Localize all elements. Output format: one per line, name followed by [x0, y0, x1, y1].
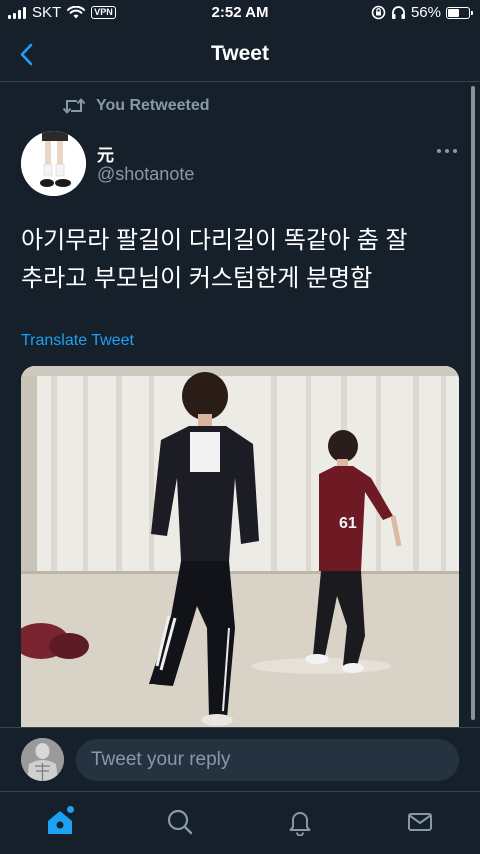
reply-input[interactable] — [76, 739, 459, 781]
battery-percent: 56% — [410, 4, 441, 21]
tab-notifications[interactable] — [282, 804, 318, 840]
more-options-icon[interactable] — [437, 146, 459, 156]
user-avatar[interactable] — [21, 738, 64, 781]
user-avatar-image — [21, 738, 64, 781]
retweet-label: You Retweeted — [96, 97, 210, 114]
tab-home[interactable] — [42, 804, 78, 840]
status-right: 56% — [371, 4, 473, 21]
avatar-image — [21, 131, 86, 196]
author-name[interactable]: 元 — [97, 141, 114, 166]
page-title: Tweet — [211, 42, 269, 65]
tweet-video[interactable]: 61 — [21, 366, 459, 728]
video-frame: 61 — [21, 366, 459, 728]
tweet-text: 아기무라 팔길이 다리길이 똑같아 춤 잘 추라고 부모님이 커스텀한게 분명함 — [21, 222, 461, 298]
tab-messages[interactable] — [402, 804, 438, 840]
retweet-icon — [62, 98, 86, 114]
reply-bar — [0, 727, 480, 791]
battery-icon — [446, 6, 473, 19]
search-icon — [167, 809, 193, 835]
battery-fill — [448, 8, 460, 17]
tab-search[interactable] — [162, 804, 198, 840]
notification-dot — [67, 806, 74, 813]
headphones-icon — [391, 6, 405, 19]
scrollbar[interactable] — [471, 86, 475, 720]
translate-tweet-link[interactable]: Translate Tweet — [21, 332, 134, 350]
mail-icon — [408, 813, 432, 831]
svg-text:61: 61 — [339, 515, 357, 532]
tweet-text-line: 아기무라 팔길이 다리길이 똑같아 춤 잘 — [21, 227, 408, 254]
retweet-context: You Retweeted — [62, 96, 210, 116]
author-handle[interactable]: @shotanote — [97, 164, 194, 185]
status-bar: SKT VPN 2:52 AM 56% — [0, 0, 480, 28]
nav-header: Tweet — [0, 28, 480, 82]
tweet-text-line: 추라고 부모님이 커스텀한게 분명함 — [21, 265, 373, 292]
orientation-lock-icon — [371, 5, 386, 20]
author-avatar[interactable] — [21, 131, 86, 196]
bell-icon — [289, 812, 311, 836]
tab-bar — [0, 791, 480, 854]
